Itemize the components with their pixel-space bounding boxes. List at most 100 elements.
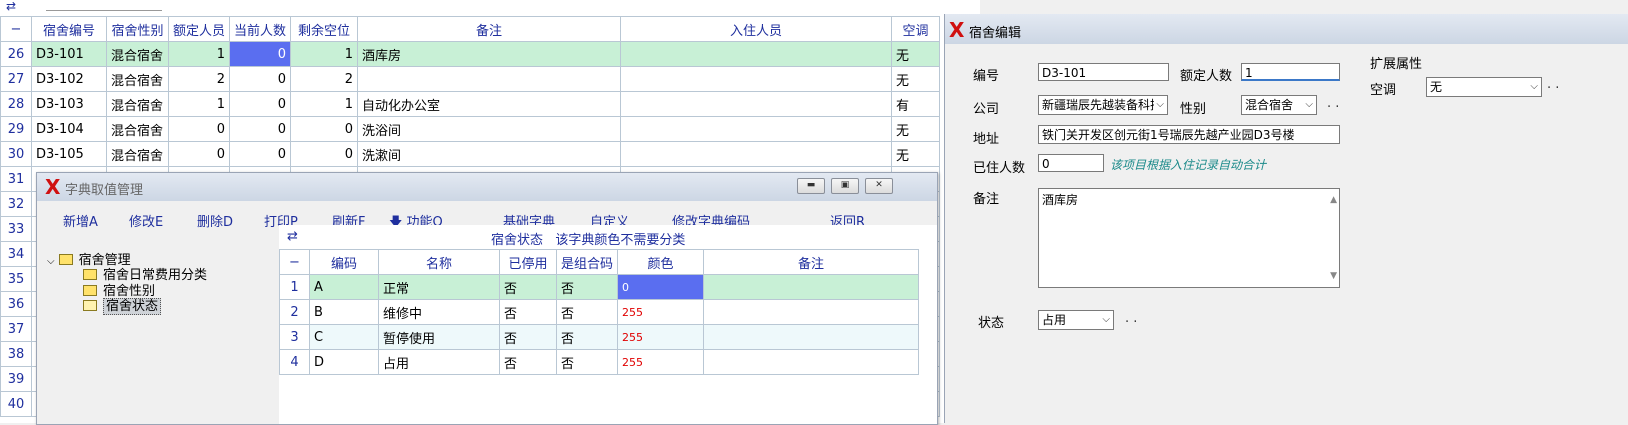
table-cell[interactable]: 2 — [167, 66, 231, 92]
status-more-button[interactable]: . . — [1125, 311, 1137, 326]
table-cell[interactable] — [620, 91, 893, 117]
table-cell[interactable]: A — [309, 274, 379, 300]
col-header[interactable]: 编码 — [309, 249, 379, 275]
company-select[interactable]: 新疆瑞辰先越装备科技 ⌵ — [1038, 95, 1168, 115]
table-cell[interactable]: 洗漱间 — [357, 141, 622, 167]
table-cell[interactable]: 否 — [499, 299, 557, 325]
row-number[interactable]: 2 — [279, 299, 310, 325]
gender-more-button[interactable]: . . — [1327, 96, 1339, 111]
row-number[interactable]: 33 — [0, 216, 32, 242]
table-cell[interactable]: 无 — [891, 141, 941, 167]
table-cell[interactable]: D3-105 — [31, 141, 107, 167]
table-cell[interactable]: 1 — [167, 41, 231, 67]
row-number[interactable]: 28 — [0, 91, 32, 117]
ac-select[interactable]: 无 ⌵ — [1426, 77, 1542, 97]
address-input[interactable]: 铁门关开发区创元街1号瑞辰先越产业园D3号楼 — [1038, 125, 1340, 144]
row-number[interactable]: 40 — [0, 391, 32, 417]
table-cell[interactable]: B — [309, 299, 379, 325]
minimize-button[interactable]: ▬ — [797, 178, 825, 194]
row-number[interactable]: 34 — [0, 241, 32, 267]
table-row[interactable]: 28 D3-103 混合宿舍 1 0 1 自动化办公室有 — [0, 91, 941, 117]
table-cell[interactable]: 无 — [891, 116, 941, 142]
row-number[interactable]: 3 — [279, 324, 310, 350]
occupied-input[interactable]: 0 — [1038, 154, 1104, 172]
row-number[interactable]: 26 — [0, 41, 32, 67]
row-number[interactable]: 29 — [0, 116, 32, 142]
table-cell[interactable] — [620, 41, 893, 67]
dictionary-titlebar[interactable]: X 字典取值管理 ▬ ▣ ✕ — [37, 173, 937, 201]
table-cell[interactable]: D — [309, 349, 379, 375]
table-cell[interactable]: 否 — [555, 299, 619, 325]
maximize-button[interactable]: ▣ — [831, 178, 859, 194]
table-cell[interactable] — [703, 299, 920, 325]
table-cell[interactable]: 有 — [891, 91, 941, 117]
table-cell[interactable]: 0 — [229, 66, 292, 92]
row-number[interactable]: 38 — [0, 341, 32, 367]
delete-button[interactable]: 删除D — [197, 211, 233, 230]
col-header[interactable]: 名称 — [378, 249, 500, 275]
table-cell[interactable]: 混合宿舍 — [106, 91, 169, 117]
table-cell[interactable]: 0 — [229, 141, 292, 167]
table-row[interactable]: 1 A 正常否否 0 — [279, 274, 920, 300]
table-row[interactable]: 26 D3-101 混合宿舍 1 0 1 酒库房无 — [0, 41, 941, 67]
table-cell[interactable]: 混合宿舍 — [106, 116, 169, 142]
table-cell[interactable]: 混合宿舍 — [106, 141, 169, 167]
table-cell[interactable]: 自动化办公室 — [357, 91, 622, 117]
row-number[interactable]: 31 — [0, 166, 32, 192]
table-cell[interactable] — [620, 141, 893, 167]
table-cell[interactable]: 1 — [290, 91, 359, 117]
table-cell[interactable]: 酒库房 — [357, 41, 622, 67]
table-cell[interactable]: 占用 — [378, 349, 500, 375]
table-cell[interactable]: 正常 — [378, 274, 500, 300]
table-cell[interactable]: 1 — [290, 41, 359, 67]
table-cell[interactable]: 无 — [891, 41, 941, 67]
table-row[interactable]: 30 D3-105 混合宿舍 0 0 0 洗漱间无 — [0, 141, 941, 167]
row-number[interactable]: 32 — [0, 191, 32, 217]
swap-icon[interactable]: ⇄ — [287, 229, 298, 244]
col-header[interactable]: 当前人数 — [229, 16, 292, 42]
table-cell[interactable]: 维修中 — [378, 299, 500, 325]
table-cell[interactable]: 否 — [499, 349, 557, 375]
table-cell[interactable] — [620, 116, 893, 142]
row-number[interactable]: 4 — [279, 349, 310, 375]
table-cell[interactable]: 0 — [229, 116, 292, 142]
table-cell[interactable]: 混合宿舍 — [106, 41, 169, 67]
scroll-up-icon[interactable]: ▲ — [1330, 191, 1337, 209]
table-cell[interactable]: 0 — [617, 274, 705, 300]
table-cell[interactable]: D3-104 — [31, 116, 107, 142]
table-cell[interactable] — [357, 66, 622, 92]
table-cell[interactable]: 洗浴间 — [357, 116, 622, 142]
table-cell[interactable]: 暂停使用 — [378, 324, 500, 350]
table-cell[interactable]: 2 — [290, 66, 359, 92]
table-cell[interactable]: 否 — [555, 274, 619, 300]
table-row[interactable]: 2 B 维修中否否 255 — [279, 299, 920, 325]
table-cell[interactable]: D3-101 — [31, 41, 107, 67]
table-cell[interactable]: 255 — [617, 324, 705, 350]
table-cell[interactable] — [703, 274, 920, 300]
table-cell[interactable]: 0 — [229, 41, 292, 67]
col-header[interactable]: 额定人员 — [167, 16, 231, 42]
col-header[interactable]: 已停用 — [499, 249, 557, 275]
collapse-button[interactable]: − — [0, 16, 32, 42]
table-row[interactable]: 27 D3-102 混合宿舍 2 0 2 无 — [0, 66, 941, 92]
row-number[interactable]: 39 — [0, 366, 32, 392]
table-row[interactable]: 29 D3-104 混合宿舍 0 0 0 洗浴间无 — [0, 116, 941, 142]
ac-more-button[interactable]: . . — [1547, 77, 1559, 92]
close-button[interactable]: ✕ — [865, 178, 893, 194]
col-header[interactable]: 入住人员 — [620, 16, 893, 42]
row-number[interactable]: 30 — [0, 141, 32, 167]
rated-input[interactable]: 1 — [1241, 63, 1340, 81]
table-cell[interactable]: 1 — [167, 91, 231, 117]
table-cell[interactable]: 混合宿舍 — [106, 66, 169, 92]
table-cell[interactable] — [703, 349, 920, 375]
col-header[interactable]: 宿舍编号 — [31, 16, 107, 42]
row-number[interactable]: 36 — [0, 291, 32, 317]
table-cell[interactable]: 255 — [617, 299, 705, 325]
table-row[interactable]: 3 C 暂停使用否否 255 — [279, 324, 920, 350]
col-header[interactable]: 颜色 — [617, 249, 705, 275]
col-header[interactable]: 剩余空位 — [290, 16, 359, 42]
table-cell[interactable]: 否 — [499, 324, 557, 350]
scroll-down-icon[interactable]: ▼ — [1330, 267, 1337, 285]
row-number[interactable]: 1 — [279, 274, 310, 300]
gender-select[interactable]: 混合宿舍 ⌵ — [1241, 95, 1317, 115]
